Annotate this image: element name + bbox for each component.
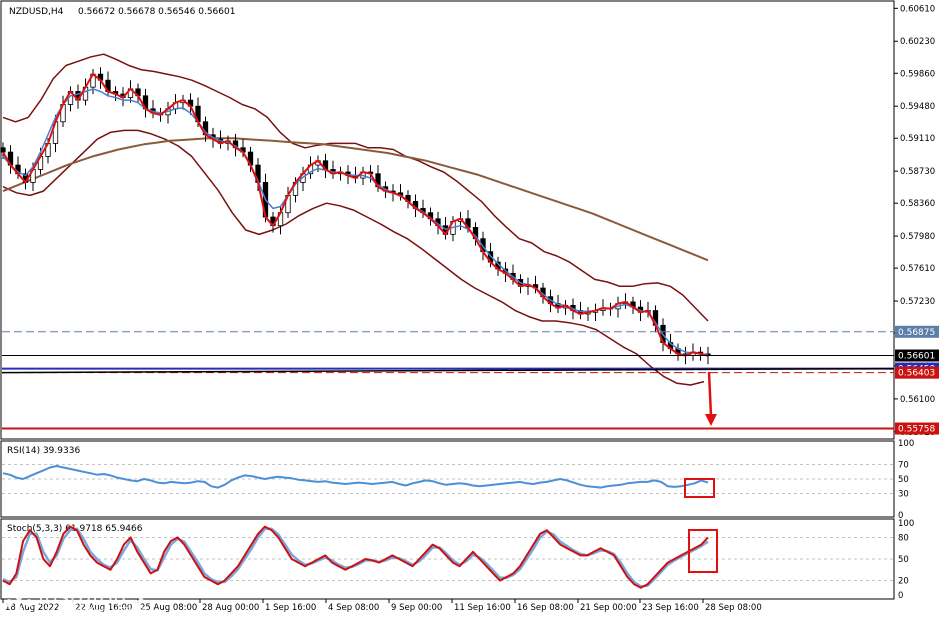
stoch-axis-label: 100 (898, 519, 914, 529)
price-tick-label: 0.57230 (900, 297, 935, 307)
chart-header-ohlc: 0.56672 0.56678 0.56546 0.56601 (78, 7, 235, 17)
forex-chart: NZDUSD,H4 0.56672 0.56678 0.56546 0.5660… (0, 0, 939, 618)
time-tick-label: 21 Sep 00:00 (580, 603, 637, 613)
level-price-label: 0.56403 (898, 369, 935, 379)
rsi-label: RSI(14) 39.9336 (7, 446, 80, 456)
level-price-label: 0.56601 (898, 352, 935, 362)
time-tick-label: 28 Aug 00:00 (202, 603, 259, 613)
stoch-axis-label: 80 (898, 533, 909, 543)
time-tick-label: 1 Sep 16:00 (265, 603, 316, 613)
level-price-label: 0.55758 (898, 425, 935, 435)
price-tick-label: 0.58360 (900, 199, 935, 209)
price-tick-label: 0.60610 (900, 4, 935, 14)
price-tick-label: 0.56100 (900, 395, 935, 405)
rsi-axis-label: 100 (898, 439, 914, 449)
price-tick-label: 0.57610 (900, 264, 935, 274)
time-tick-label: 28 Sep 08:00 (705, 603, 762, 613)
time-tick-label: 11 Sep 16:00 (454, 603, 511, 613)
time-tick-label: 23 Sep 16:00 (642, 603, 699, 613)
stoch-axis-label: 50 (898, 555, 909, 565)
time-tick-label: 16 Sep 08:00 (517, 603, 574, 613)
time-tick-label: 9 Sep 00:00 (391, 603, 442, 613)
price-tick-label: 0.60230 (900, 37, 935, 47)
price-tick-label: 0.58730 (900, 167, 935, 177)
price-tick-label: 0.59860 (900, 69, 935, 79)
chart-header-symbol: NZDUSD,H4 (9, 7, 64, 17)
rsi-axis-label: 30 (898, 489, 909, 499)
stoch-axis-label: 20 (898, 577, 909, 587)
time-tick-label: 4 Sep 08:00 (328, 603, 379, 613)
price-tick-label: 0.57980 (900, 232, 935, 242)
main-panel (0, 0, 895, 440)
stoch-axis-label: 0 (898, 591, 903, 601)
rsi-axis-label: 50 (898, 475, 909, 485)
price-tick-label: 0.59110 (900, 134, 935, 144)
level-price-label: 0.56875 (898, 328, 935, 338)
rsi-axis-label: 70 (898, 461, 909, 471)
candle-body (0, 147, 6, 153)
svg-text:Instant Forex Trading: Instant Forex Trading (46, 605, 162, 618)
price-tick-label: 0.59480 (900, 102, 935, 112)
